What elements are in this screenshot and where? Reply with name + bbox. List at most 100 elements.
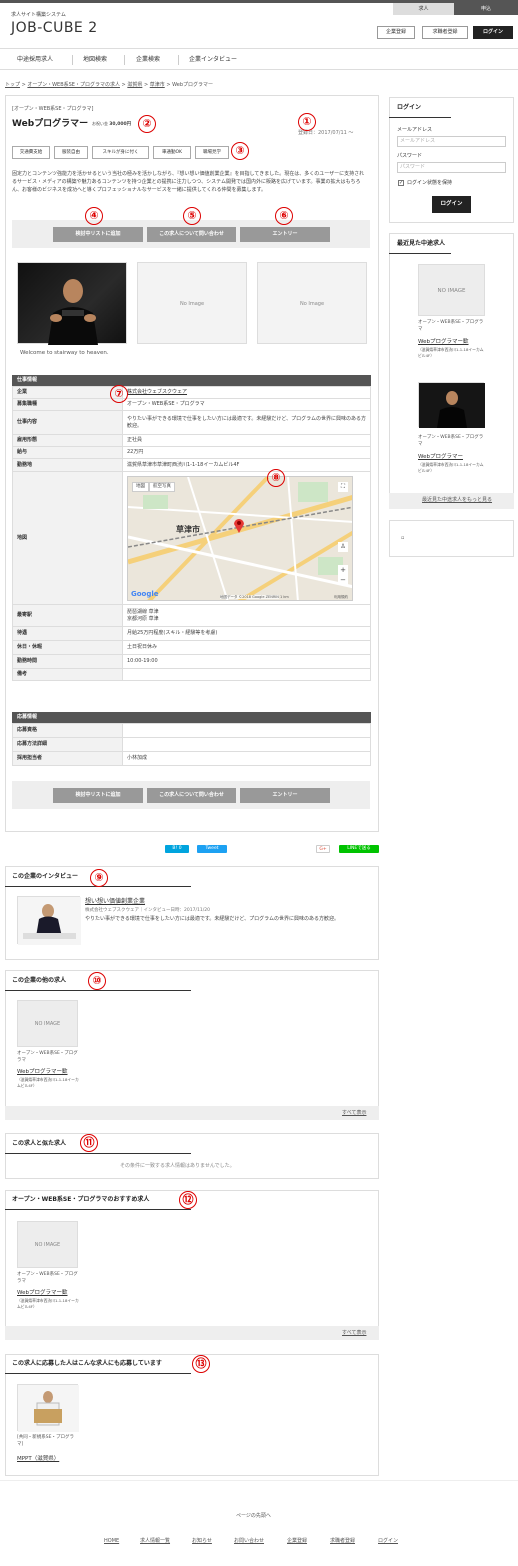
nav-company-search[interactable]: 企業検索 bbox=[136, 49, 160, 71]
breadcrumb-pref[interactable]: 滋賀県 bbox=[127, 82, 142, 88]
interview-image bbox=[17, 896, 81, 945]
table-row: 仕事内容 やりたい事ができる環境で仕事をしたい方には最適です。未経験だけど、プログ… bbox=[12, 410, 371, 435]
tag-skill: スキルが身に付く bbox=[92, 146, 149, 159]
table-row: 応募資格 bbox=[12, 723, 371, 738]
breadcrumb-top[interactable]: トップ bbox=[5, 82, 20, 88]
table-row: 地図 地図 航空写真 草津市 ⛶ ♙ + − Google 地図データ ©201… bbox=[12, 471, 371, 605]
line-button[interactable]: LINEで送る bbox=[339, 845, 379, 853]
entry-button-bottom[interactable]: エントリー bbox=[240, 788, 330, 803]
email-field[interactable]: メールアドレス bbox=[397, 136, 506, 147]
row-key: 雇用形態 bbox=[12, 434, 123, 447]
row-key: 待遇 bbox=[12, 626, 123, 641]
annotation-marker-6: ⑥ bbox=[275, 207, 293, 225]
table-row: 採用担当者 小林加成 bbox=[12, 751, 371, 766]
salary: お祝い金 30,000円 bbox=[92, 121, 131, 128]
map-canvas bbox=[128, 476, 352, 600]
table-row: 待遇 月給25万円程度(スキル・経験等を考慮) bbox=[12, 626, 371, 641]
table-row: 勤務時間 10:00-19:00 bbox=[12, 654, 371, 669]
street-view-icon[interactable]: ♙ bbox=[338, 541, 348, 552]
recent-link-1[interactable]: Webプログラマー歓 bbox=[418, 339, 469, 346]
row-key: 仕事内容 bbox=[12, 410, 123, 435]
footer-link-seeker[interactable]: 求職者登録 bbox=[330, 1538, 355, 1545]
zoom-control[interactable]: + − bbox=[338, 564, 348, 585]
table-row: 勤務地 滋賀県草津市草津町西渋川1-1-18イーカムビル4F bbox=[12, 458, 371, 472]
footer-link-contact[interactable]: お問い合わせ bbox=[234, 1538, 264, 1545]
other-job-link[interactable]: Webプログラマー歓 bbox=[17, 1069, 68, 1076]
site-logo[interactable]: JOB-CUBE 2 bbox=[11, 19, 98, 38]
fullscreen-icon[interactable]: ⛶ bbox=[338, 481, 348, 492]
footer-link-jobs[interactable]: 求人情報一覧 bbox=[140, 1538, 170, 1545]
recommend-link[interactable]: Webプログラマー歓 bbox=[17, 1290, 68, 1297]
photo-caption: Welcome to stairway to heaven. bbox=[20, 350, 109, 356]
recommend-more-link[interactable]: すべて表示 bbox=[342, 1330, 366, 1337]
similar-empty-message: その条件に一致する求人情報はありませんでした。 bbox=[120, 1163, 235, 1169]
company-link[interactable]: 株式会社ウェブスクウェア bbox=[127, 389, 187, 395]
zoom-out-icon[interactable]: − bbox=[338, 575, 348, 585]
nav-mid-career[interactable]: 中途採用求人 bbox=[17, 49, 53, 71]
add-to-list-button[interactable]: 検討中リストに追加 bbox=[53, 227, 143, 242]
other-job-category: オープン・WEB系SE・プログラマ bbox=[17, 1051, 78, 1063]
global-nav: 中途採用求人 地図検索 企業検索 企業インタビュー bbox=[0, 48, 518, 70]
title-underline bbox=[5, 1153, 191, 1154]
footer-link-home[interactable]: HOME bbox=[104, 1538, 119, 1545]
annotation-marker-9: ⑨ bbox=[90, 869, 108, 887]
map-terms[interactable]: 利用規約 bbox=[334, 595, 348, 600]
nav-interview[interactable]: 企業インタビュー bbox=[189, 49, 237, 71]
footer-link-login[interactable]: ログイン bbox=[378, 1538, 398, 1545]
breadcrumb-category[interactable]: オープン・WEB系SE・プログラマの求人 bbox=[27, 82, 120, 88]
other-jobs-more-link[interactable]: すべて表示 bbox=[342, 1110, 366, 1117]
footer-link-news[interactable]: お知らせ bbox=[192, 1538, 212, 1545]
annotation-marker-8: ⑧ bbox=[267, 469, 285, 487]
header-login-button[interactable]: ログイン bbox=[473, 26, 513, 39]
inquiry-button[interactable]: この求人について問い合わせ bbox=[147, 227, 236, 242]
switch-apply[interactable]: 申込 bbox=[454, 3, 518, 15]
recent-link-2[interactable]: Webプログラマー bbox=[418, 454, 463, 461]
section-job-info: 仕事情報 bbox=[12, 375, 371, 386]
job-category: [オープン・WEB系SE・プログラマ] bbox=[12, 106, 94, 112]
row-key: 備考 bbox=[12, 668, 123, 681]
logo-subtitle: 求人サイト構築システム bbox=[11, 12, 66, 18]
seeker-register-button[interactable]: 求職者登録 bbox=[422, 26, 468, 39]
add-to-list-button-bottom[interactable]: 検討中リストに追加 bbox=[53, 788, 143, 803]
map-city-label: 草津市 bbox=[176, 524, 200, 534]
sidebar-login-button[interactable]: ログイン bbox=[432, 196, 471, 213]
annotation-marker-7: ⑦ bbox=[110, 385, 128, 403]
keep-login-checkbox[interactable]: ✓ bbox=[398, 180, 404, 186]
page-top-link[interactable]: ページの先頭へ bbox=[236, 1513, 271, 1520]
also-applied-image bbox=[17, 1384, 79, 1432]
row-value: 22万円 bbox=[122, 446, 371, 459]
hatena-button[interactable]: B! 0 bbox=[165, 845, 189, 853]
breadcrumb-city[interactable]: 草津市 bbox=[150, 82, 165, 88]
map-scale: 1 km bbox=[280, 594, 289, 599]
tag-dress: 服装自由 bbox=[54, 146, 88, 159]
google-map[interactable]: 地図 航空写真 草津市 ⛶ ♙ + − Google 地図データ ©2018 Go… bbox=[127, 475, 353, 601]
inquiry-button-bottom[interactable]: この求人について問い合わせ bbox=[147, 788, 236, 803]
footer-link-company[interactable]: 企業登録 bbox=[287, 1538, 307, 1545]
interview-link[interactable]: 想い想い価値創業企業 bbox=[85, 898, 145, 906]
other-job-address: （滋賀県草津市西渋川1-1-18イーカムビル4F） bbox=[17, 1077, 79, 1088]
tag-transport: 交通費支給 bbox=[12, 146, 50, 159]
recent-category-2: オープン・WEB系SE・プログラマ bbox=[418, 435, 484, 447]
tag-car: 車通勤OK bbox=[153, 146, 191, 159]
job-description: 固定力とコンテンツ強能力を活かせるという当社の極みを活かしながら、『想い想い価値… bbox=[12, 171, 365, 193]
password-field[interactable]: パスワード bbox=[397, 162, 506, 173]
worker-icon bbox=[18, 1385, 79, 1432]
password-label: パスワード bbox=[397, 153, 423, 159]
row-value: 10:00-19:00 bbox=[122, 654, 371, 669]
map-tab-map[interactable]: 地図 bbox=[132, 481, 149, 492]
nav-map-search[interactable]: 地図検索 bbox=[83, 49, 107, 71]
recent-image-2 bbox=[418, 382, 485, 428]
tweet-button[interactable]: Tweet bbox=[197, 845, 227, 853]
box-footer bbox=[5, 1106, 379, 1120]
company-register-button[interactable]: 企業登録 bbox=[377, 26, 415, 39]
zoom-in-icon[interactable]: + bbox=[338, 565, 348, 575]
map-tab-satellite[interactable]: 航空写真 bbox=[149, 481, 175, 492]
entry-button[interactable]: エントリー bbox=[240, 227, 330, 242]
recommend-category: オープン・WEB系SE・プログラマ bbox=[17, 1272, 78, 1284]
gplus-button[interactable]: G+ bbox=[316, 845, 330, 853]
similar-jobs-title: この求人と似た求人 bbox=[12, 1140, 67, 1147]
salary-value: 30,000円 bbox=[109, 122, 132, 127]
also-applied-link[interactable]: MPPT（滋賀県） bbox=[17, 1456, 59, 1463]
recent-more-link[interactable]: 最近見た中途求人をもっと見る bbox=[422, 497, 492, 504]
switch-job[interactable]: 求人 bbox=[393, 3, 454, 15]
